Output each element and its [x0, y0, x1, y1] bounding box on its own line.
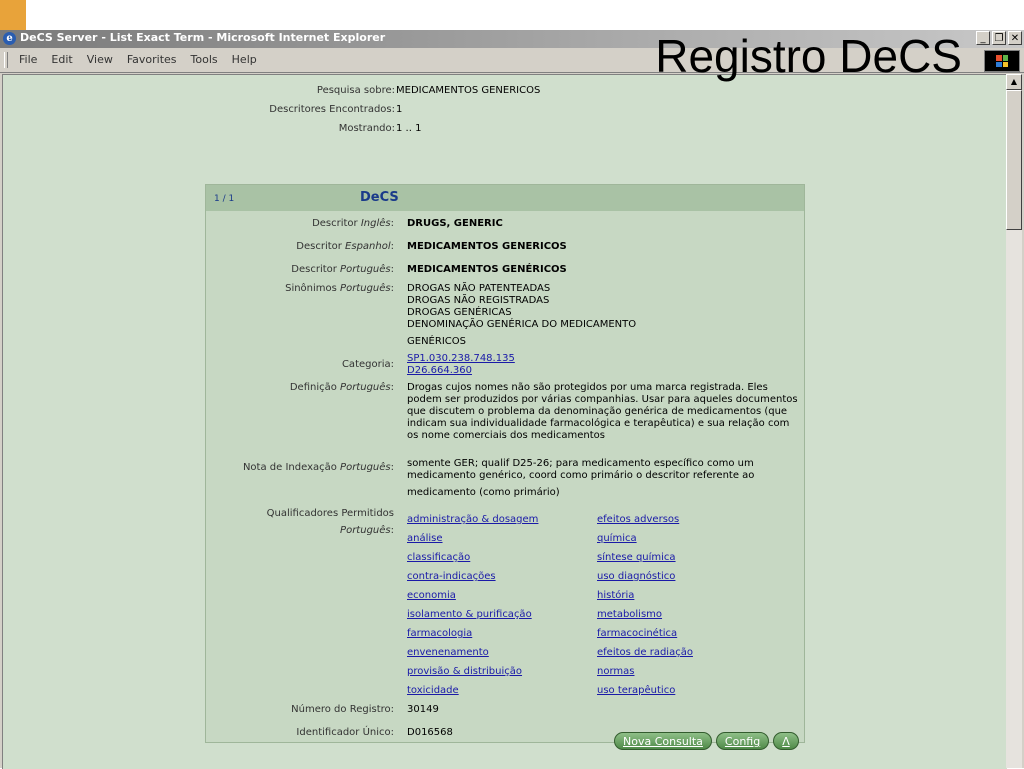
- window-controls: _ ❐ ✕: [976, 31, 1022, 45]
- record-panel: 1 / 1 DeCS Descritor Inglês: DRUGS, GENE…: [205, 184, 805, 743]
- restore-button[interactable]: ❐: [992, 31, 1006, 45]
- qualifier-link[interactable]: normas: [597, 662, 787, 681]
- synonym-item: DENOMINAÇÃO GENÉRICA DO MEDICAMENTO: [407, 319, 637, 330]
- window-title: DeCS Server - List Exact Term - Microsof…: [20, 31, 386, 44]
- qualifier-link[interactable]: uso terapêutico: [597, 681, 787, 700]
- descriptor-es-label: Descritor Espanhol:: [296, 241, 394, 252]
- back-to-top-button[interactable]: Λ: [773, 732, 799, 750]
- descriptor-pt-label: Descritor Português:: [291, 264, 394, 275]
- new-search-button[interactable]: Nova Consulta: [614, 732, 712, 750]
- unique-id-label: Identificador Único:: [296, 727, 394, 738]
- slide-accent-block: [0, 0, 26, 30]
- synonym-item: DROGAS GENÉRICAS: [407, 307, 512, 318]
- qualifier-link[interactable]: síntese química: [597, 548, 787, 567]
- record-header: 1 / 1 DeCS: [206, 185, 804, 211]
- action-buttons: Nova Consulta Config Λ: [614, 732, 799, 750]
- qualifier-link[interactable]: metabolismo: [597, 605, 787, 624]
- config-button[interactable]: Config: [715, 732, 770, 750]
- definition-value: Drogas cujos nomes não são protegidos po…: [407, 382, 798, 441]
- menu-file[interactable]: File: [12, 53, 44, 66]
- qualifier-link[interactable]: farmacocinética: [597, 624, 787, 643]
- category-link[interactable]: SP1.030.238.748.135: [407, 353, 515, 364]
- qualifier-link[interactable]: história: [597, 586, 787, 605]
- found-value: 1: [396, 104, 403, 115]
- definition-label: Definição Português:: [289, 382, 394, 393]
- slide-title: Registro DeCS: [655, 30, 962, 82]
- registry-number-value: 30149: [407, 704, 439, 715]
- browser-window: e DeCS Server - List Exact Term - Micros…: [0, 30, 1024, 769]
- qualifier-link[interactable]: efeitos de radiação: [597, 643, 787, 662]
- menu-favorites[interactable]: Favorites: [120, 53, 184, 66]
- vertical-scrollbar[interactable]: ▲: [1006, 74, 1022, 768]
- qualifier-link[interactable]: economia: [407, 586, 597, 605]
- toolbar-grip[interactable]: [4, 52, 8, 68]
- qualifier-link[interactable]: química: [597, 529, 787, 548]
- category-label: Categoria:: [341, 359, 394, 370]
- registry-number-label: Número do Registro:: [291, 704, 394, 715]
- synonym-item: DROGAS NÃO PATENTEADAS: [407, 283, 551, 294]
- qualifier-link[interactable]: contra-indicações: [407, 567, 597, 586]
- showing-label: Mostrando:: [338, 123, 395, 134]
- qualifier-link[interactable]: análise: [407, 529, 597, 548]
- minimize-button[interactable]: _: [976, 31, 990, 45]
- windows-logo-icon: [984, 50, 1020, 72]
- showing-value: 1 .. 1: [396, 123, 422, 134]
- scroll-up-icon[interactable]: ▲: [1006, 74, 1022, 90]
- record-source: DeCS: [360, 190, 399, 205]
- close-button[interactable]: ✕: [1008, 31, 1022, 45]
- found-label: Descritores Encontrados:: [269, 104, 395, 115]
- qualifier-link[interactable]: farmacologia: [407, 624, 597, 643]
- qualifier-link[interactable]: uso diagnóstico: [597, 567, 787, 586]
- qualifier-link[interactable]: envenenamento: [407, 643, 597, 662]
- qualifier-link[interactable]: classificação: [407, 548, 597, 567]
- menu-help[interactable]: Help: [225, 53, 264, 66]
- qualifier-link[interactable]: administração & dosagem: [407, 510, 597, 529]
- category-links: SP1.030.238.748.135 D26.664.360: [407, 353, 799, 377]
- menu-edit[interactable]: Edit: [44, 53, 79, 66]
- search-summary: Pesquisa sobre: MEDICAMENTOS GENERICOS De…: [3, 81, 603, 138]
- synonym-item: DROGAS NÃO REGISTRADAS: [407, 295, 550, 306]
- menu-tools[interactable]: Tools: [184, 53, 225, 66]
- page-viewport: Pesquisa sobre: MEDICAMENTOS GENERICOS De…: [2, 74, 1007, 769]
- qualifier-link[interactable]: toxicidade: [407, 681, 597, 700]
- record-count: 1 / 1: [214, 194, 235, 204]
- synonyms-label: Sinônimos Português:: [285, 283, 394, 294]
- search-value: MEDICAMENTOS GENERICOS: [396, 85, 541, 96]
- indexing-note-label: Nota de Indexação Português:: [242, 462, 394, 473]
- synonyms-list: DROGAS NÃO PATENTEADAS DROGAS NÃO REGIST…: [407, 283, 799, 348]
- qualifiers-label: Qualificadores Permitidos Português:: [266, 508, 394, 536]
- qualifier-link[interactable]: efeitos adversos: [597, 510, 787, 529]
- scroll-thumb[interactable]: [1006, 90, 1022, 230]
- category-link[interactable]: D26.664.360: [407, 365, 472, 376]
- descriptor-en-value: DRUGS, GENERIC: [407, 218, 503, 229]
- qualifier-link[interactable]: isolamento & purificação: [407, 605, 597, 624]
- indexing-note-value: somente GER; qualif D25-26; para medicam…: [407, 458, 755, 498]
- ie-icon: e: [3, 32, 16, 45]
- synonym-item: GENÉRICOS: [407, 336, 466, 347]
- descriptor-en-label: Descritor Inglês:: [312, 218, 394, 229]
- menu-view[interactable]: View: [80, 53, 120, 66]
- descriptor-pt-value: MEDICAMENTOS GENÉRICOS: [407, 264, 567, 275]
- search-label: Pesquisa sobre:: [316, 85, 395, 96]
- qualifiers-grid: administração & dosagem efeitos adversos…: [407, 510, 799, 700]
- qualifier-link[interactable]: provisão & distribuição: [407, 662, 597, 681]
- descriptor-es-value: MEDICAMENTOS GENERICOS: [407, 241, 567, 252]
